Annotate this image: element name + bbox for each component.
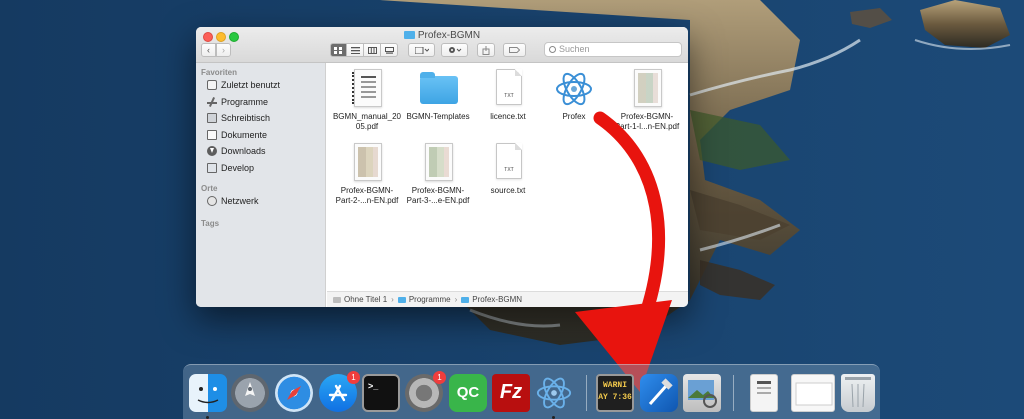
dock-stack[interactable] bbox=[791, 374, 835, 412]
dock-system-preferences[interactable]: 1 bbox=[405, 371, 446, 412]
notification-badge: 1 bbox=[347, 371, 360, 384]
dock-filezilla[interactable]: Fz bbox=[492, 374, 530, 412]
qc-icon: QC bbox=[456, 384, 480, 401]
stack-icon bbox=[795, 382, 833, 406]
rocket-icon bbox=[245, 382, 255, 396]
dock-qc[interactable]: QC bbox=[449, 374, 487, 412]
dock-terminal[interactable]: >_ bbox=[362, 374, 400, 412]
trash-icon bbox=[845, 377, 871, 408]
dock-safari[interactable] bbox=[275, 374, 313, 412]
profex-icon bbox=[536, 377, 572, 409]
finder-icon bbox=[197, 387, 219, 404]
dock-divider bbox=[733, 375, 734, 411]
dock-preview[interactable] bbox=[683, 374, 721, 412]
filezilla-icon: Fz bbox=[499, 381, 523, 403]
dock-launchpad[interactable] bbox=[231, 374, 269, 412]
hammer-icon bbox=[648, 378, 673, 405]
console-line1: WARNI bbox=[602, 381, 627, 390]
preview-icon bbox=[688, 380, 717, 408]
dock-document[interactable] bbox=[750, 374, 778, 412]
dock-app-store[interactable]: 1 bbox=[319, 371, 360, 412]
console-line2: AY 7:36 bbox=[598, 393, 632, 402]
terminal-icon: >_ bbox=[368, 381, 379, 391]
notification-badge: 1 bbox=[433, 371, 446, 384]
dock-trash[interactable] bbox=[841, 374, 875, 412]
dock-xcode[interactable] bbox=[640, 374, 678, 412]
compass-icon bbox=[287, 386, 301, 400]
document-icon bbox=[757, 381, 771, 394]
dock-divider bbox=[586, 375, 587, 411]
drag-arrow bbox=[575, 111, 672, 392]
dock: 1 >_ 1 QC Fz WARNI AY 7:36 bbox=[183, 364, 880, 419]
dock-profex[interactable] bbox=[535, 374, 573, 419]
dock-console[interactable]: WARNI AY 7:36 bbox=[596, 374, 634, 412]
dock-finder[interactable] bbox=[189, 374, 227, 419]
